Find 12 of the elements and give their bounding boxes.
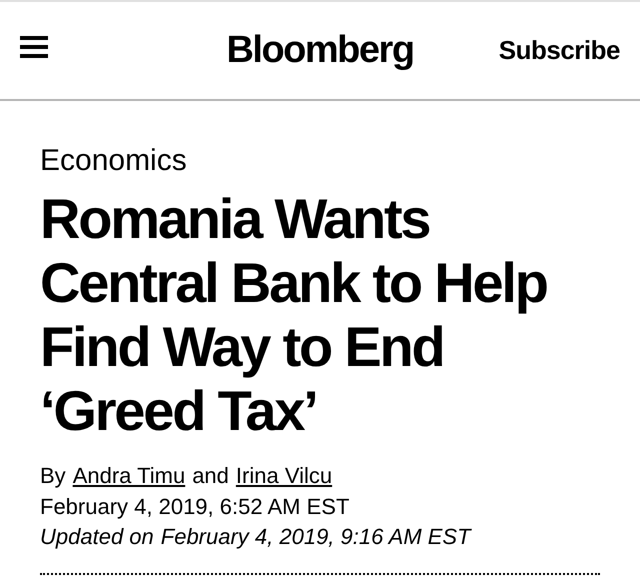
updated-label: Updated on: [40, 523, 154, 551]
author-link[interactable]: Irina Vilcu: [236, 461, 332, 491]
publish-date: February 4, 2019, 6:52 AM EST: [40, 493, 350, 521]
headline: Romania Wants Central Bank to Help Find Way to End ‘Greed Tax’: [40, 187, 548, 443]
subscribe-link[interactable]: Subscribe: [498, 35, 620, 66]
author-link[interactable]: Andra Timu: [72, 461, 186, 491]
byline-joiner: and: [192, 462, 229, 490]
byline-prefix: By: [40, 462, 66, 490]
logo[interactable]: Bloomberg: [226, 29, 414, 71]
section-label: Economics: [40, 143, 188, 179]
updated-date: February 4, 2019, 9:16 AM EST: [160, 523, 471, 551]
menu-icon[interactable]: [20, 36, 48, 58]
